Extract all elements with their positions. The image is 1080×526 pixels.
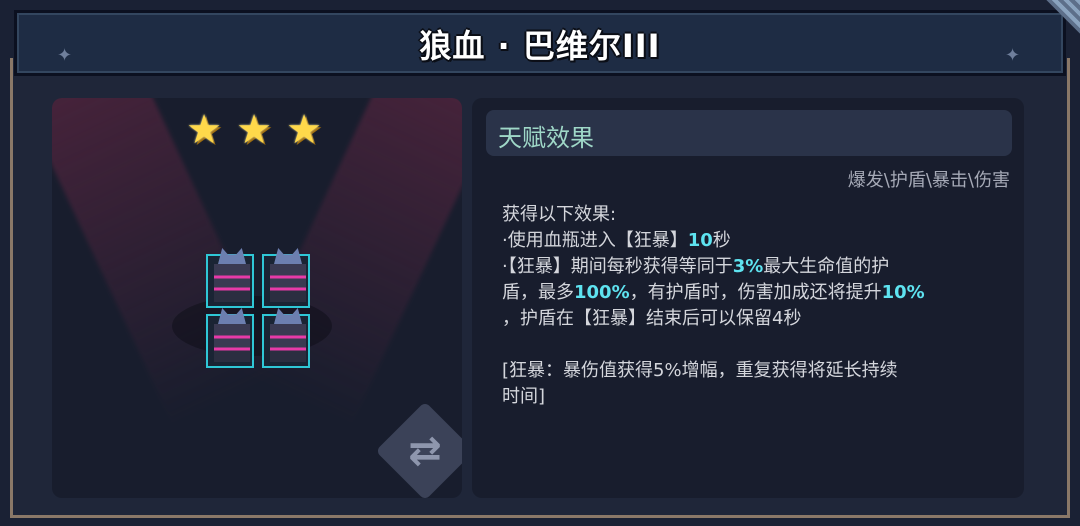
description-text: [狂暴：暴伤值获得5%增幅，重复获得将延长持续 [502,360,898,381]
unit-formation [206,248,310,368]
star-icon: ★ [186,107,222,153]
description-line: ·使用血瓶进入【狂暴】10秒 [502,228,1002,254]
star-icon: ★ [236,107,272,153]
description-text: ，有护盾时，伤害加成还将提升 [629,282,882,303]
talent-description: 获得以下效果: ·使用血瓶进入【狂暴】10秒 ·【狂暴】期间每秒获得等同于3%最大生… [502,202,1002,410]
left-ornament-icon: ✦ [57,45,73,66]
description-line: 时间] [502,384,1002,410]
werewolf-unit-icon [206,308,254,368]
dialog-frame: 狼血 · 巴维尔III ✦ ✦ ★ ★ ★ ⇄ 天赋效果 爆发\护盾\暴击\伤害 获… [0,0,1080,526]
description-line: ·【狂暴】期间每秒获得等同于3%最大生命值的护 [502,254,1002,280]
description-text: ，护盾在【狂暴】结束后可以保留4秒 [502,308,802,329]
werewolf-unit-icon [262,308,310,368]
highlight-value: 10 [687,230,713,251]
description-line: ，护盾在【狂暴】结束后可以保留4秒 [502,306,1002,332]
description-text: 时间] [502,386,546,407]
title-bar: 狼血 · 巴维尔III ✦ ✦ [14,10,1066,76]
hero-preview-panel: ★ ★ ★ ⇄ [52,98,462,498]
talent-panel: 天赋效果 爆发\护盾\暴击\伤害 获得以下效果: ·使用血瓶进入【狂暴】10秒 ·【… [472,98,1024,498]
swap-icon[interactable]: ⇄ [390,416,460,486]
right-ornament-icon: ✦ [1005,45,1021,66]
description-text: 最大生命值的护 [763,256,890,277]
description-text [502,334,508,355]
description-text: ·【狂暴】期间每秒获得等同于 [502,256,733,277]
description-text: ·使用血瓶进入【狂暴】 [502,230,688,251]
talent-title: 天赋效果 [498,124,594,152]
description-text: 盾，最多 [502,282,574,303]
star-icon: ★ [286,107,322,153]
talent-tags: 爆发\护盾\暴击\伤害 [847,170,1010,191]
highlight-value: 3% [732,256,764,277]
talent-header: 天赋效果 [486,110,1012,156]
description-text: 秒 [712,230,731,251]
star-rating: ★ ★ ★ [182,108,326,152]
highlight-value: 100% [574,282,630,303]
description-line: 盾，最多100%，有护盾时，伤害加成还将提升10% [502,280,1002,306]
description-text: 获得以下效果: [502,204,617,225]
werewolf-unit-icon [262,248,310,308]
description-line [502,332,1002,358]
werewolf-unit-icon [206,248,254,308]
description-line: [狂暴：暴伤值获得5%增幅，重复获得将延长持续 [502,358,1002,384]
description-line: 获得以下效果: [502,202,1002,228]
hero-title: 狼血 · 巴维尔III [419,27,661,65]
highlight-value: 10% [881,282,925,303]
